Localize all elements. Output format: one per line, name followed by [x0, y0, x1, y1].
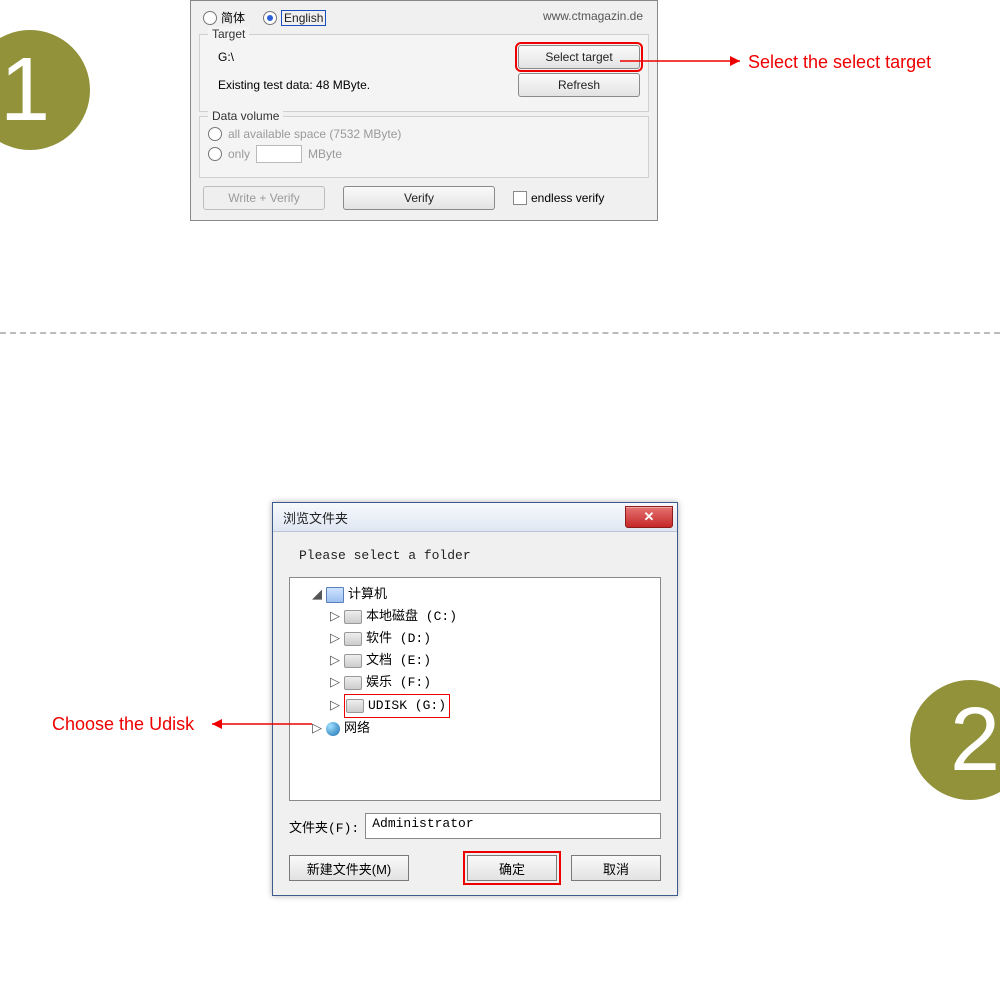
- only-label: only: [228, 147, 250, 161]
- folder-tree[interactable]: ◢计算机 ▷本地磁盘 (C:) ▷软件 (D:) ▷文档 (E:) ▷娱乐 (F…: [289, 577, 661, 801]
- browse-folder-dialog: 浏览文件夹 ✕ Please select a folder ◢计算机 ▷本地磁…: [272, 502, 678, 896]
- step-1-badge: 1: [0, 30, 90, 150]
- computer-icon: [326, 587, 344, 603]
- drive-icon: [344, 610, 362, 624]
- target-path: G:\: [208, 50, 234, 64]
- drive-icon: [344, 632, 362, 646]
- endless-verify-label: endless verify: [531, 191, 604, 205]
- new-folder-button[interactable]: 新建文件夹(M): [289, 855, 409, 881]
- only-radio[interactable]: [208, 147, 222, 161]
- drive-icon: [346, 699, 364, 713]
- network-icon: [326, 722, 340, 736]
- refresh-button[interactable]: Refresh: [518, 73, 640, 97]
- only-input[interactable]: [256, 145, 302, 163]
- close-button[interactable]: ✕: [625, 506, 673, 528]
- ok-button[interactable]: 确定: [467, 855, 557, 881]
- tree-drive-udisk[interactable]: ▷UDISK (G:): [330, 694, 656, 718]
- dialog-instruction: Please select a folder: [299, 548, 661, 563]
- website-link[interactable]: www.ctmagazin.de: [543, 9, 643, 23]
- allspace-label: all available space (7532 MByte): [228, 127, 401, 141]
- existing-data-text: Existing test data: 48 MByte.: [208, 78, 370, 92]
- close-icon: ✕: [644, 509, 655, 525]
- tree-drive-f[interactable]: ▷娱乐 (F:): [330, 672, 656, 694]
- tree-computer[interactable]: ◢计算机: [312, 584, 656, 606]
- dialog-title: 浏览文件夹: [283, 508, 348, 527]
- annotation-choose-udisk: Choose the Udisk: [52, 714, 194, 735]
- datavolume-fieldset-label: Data volume: [208, 109, 283, 123]
- only-unit: MByte: [308, 147, 342, 161]
- tree-drive-d[interactable]: ▷软件 (D:): [330, 628, 656, 650]
- lang-en-label: English: [281, 10, 326, 26]
- tree-network[interactable]: ▷网络: [312, 718, 656, 740]
- target-fieldset-label: Target: [208, 27, 249, 41]
- cancel-button[interactable]: 取消: [571, 855, 661, 881]
- select-target-button[interactable]: Select target: [518, 45, 640, 69]
- drive-icon: [344, 654, 362, 668]
- lang-en-radio[interactable]: [263, 11, 277, 25]
- folder-field-label: 文件夹(F):: [289, 817, 359, 836]
- section-divider: [0, 332, 1000, 334]
- annotation-select-target: Select the select target: [748, 52, 931, 73]
- target-fieldset: Target G:\ Select target Existing test d…: [199, 34, 649, 112]
- tree-drive-e[interactable]: ▷文档 (E:): [330, 650, 656, 672]
- dialog-titlebar: 浏览文件夹 ✕: [273, 503, 677, 532]
- lang-cn-label: 简体: [221, 9, 245, 26]
- step-2-badge: 2: [910, 680, 1000, 800]
- h2testw-panel: www.ctmagazin.de 简体 English Target G:\ S…: [190, 0, 658, 221]
- tree-drive-c[interactable]: ▷本地磁盘 (C:): [330, 606, 656, 628]
- write-verify-button[interactable]: Write + Verify: [203, 186, 325, 210]
- drive-icon: [344, 676, 362, 690]
- datavolume-fieldset: Data volume all available space (7532 MB…: [199, 116, 649, 178]
- endless-verify-checkbox[interactable]: [513, 191, 527, 205]
- verify-button[interactable]: Verify: [343, 186, 495, 210]
- folder-field-input[interactable]: Administrator: [365, 813, 661, 839]
- lang-cn-radio[interactable]: [203, 11, 217, 25]
- allspace-radio[interactable]: [208, 127, 222, 141]
